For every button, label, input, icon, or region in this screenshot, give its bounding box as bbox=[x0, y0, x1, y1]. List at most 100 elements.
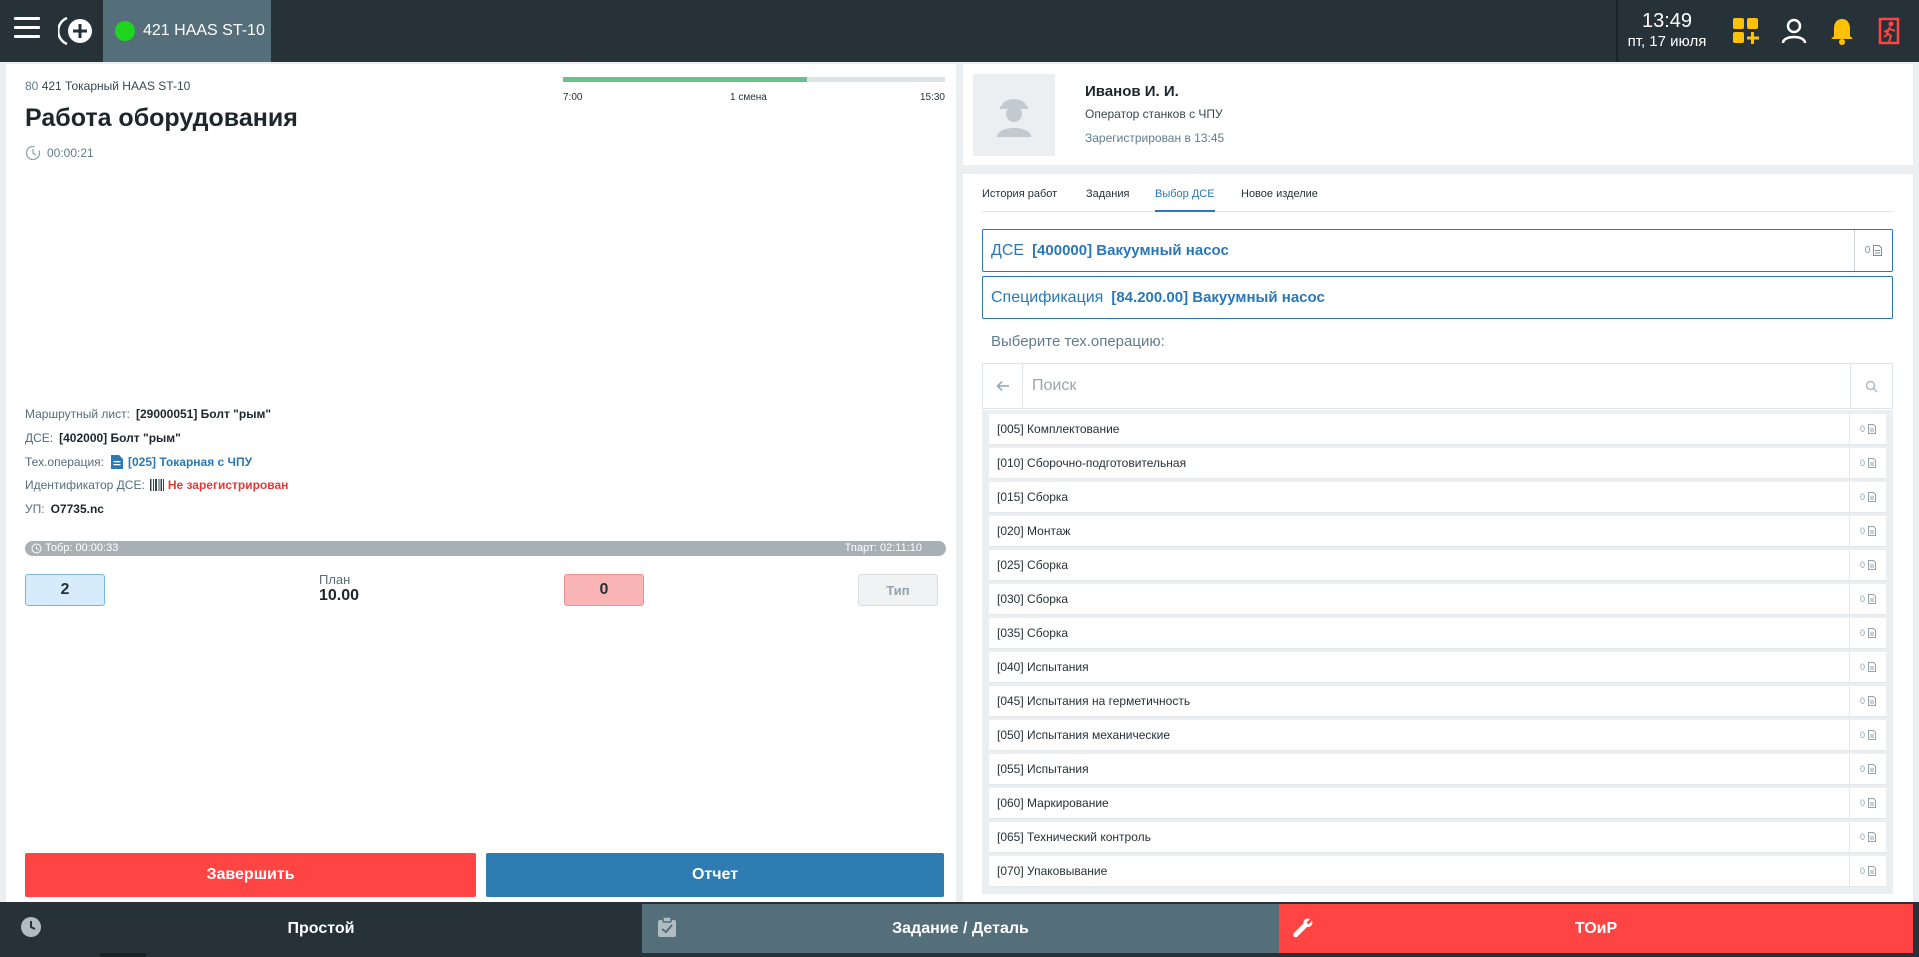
operation-document-count[interactable]: 0 bbox=[1849, 686, 1886, 716]
route-sheet-row: Маршрутный лист: [29000051] Болт "рым" bbox=[25, 407, 271, 421]
operation-document-count-value: 0 bbox=[1859, 526, 1865, 536]
operation-item[interactable]: [045] Испытания на герметичность 0 bbox=[989, 686, 1886, 716]
search-button[interactable] bbox=[1850, 364, 1892, 408]
document-icon bbox=[1873, 245, 1883, 256]
operation-document-count[interactable]: 0 bbox=[1849, 618, 1886, 648]
dse-label: ДСЕ: bbox=[25, 431, 54, 445]
shift-end: 15:30 bbox=[919, 92, 945, 103]
equipment-panel: 80 421 Токарный HAAS ST-10 Работа оборуд… bbox=[6, 64, 956, 902]
task-detail-button[interactable]: Задание / Деталь bbox=[642, 904, 1279, 953]
operation-document-count-value: 0 bbox=[1859, 492, 1865, 502]
document-icon bbox=[1868, 832, 1876, 842]
machine-code: 80 bbox=[25, 79, 39, 93]
good-quantity-box[interactable]: 2 bbox=[25, 574, 105, 606]
maintenance-button[interactable]: ТОиР bbox=[1279, 904, 1913, 953]
bell-icon[interactable] bbox=[1828, 17, 1856, 45]
operation-time-bar: Тобр: 00:00:33 Тпарт: 02:11:10 bbox=[25, 541, 946, 556]
operation-item[interactable]: [040] Испытания 0 bbox=[989, 652, 1886, 682]
operation-item[interactable]: [035] Сборка 0 bbox=[989, 618, 1886, 648]
shift-start: 7:00 bbox=[563, 92, 583, 103]
operation-item[interactable]: [020] Монтаж 0 bbox=[989, 516, 1886, 546]
idle-label: Простой bbox=[287, 919, 355, 937]
operator-card: Иванов И. И. Оператор станков с ЧПУ Заре… bbox=[963, 64, 1913, 165]
specification-selector[interactable]: Спецификация [84.200.00] Вакуумный насос bbox=[982, 276, 1893, 319]
arrow-left-icon bbox=[995, 380, 1009, 392]
operation-search bbox=[982, 363, 1893, 409]
document-icon bbox=[1868, 458, 1876, 468]
defect-quantity-box[interactable]: 0 bbox=[564, 574, 644, 606]
shift-progress-bar bbox=[563, 77, 945, 82]
operation-document-count-value: 0 bbox=[1859, 560, 1865, 570]
operation-document-count[interactable]: 0 bbox=[1849, 720, 1886, 750]
tab-work-history[interactable]: История работ bbox=[982, 186, 1057, 212]
user-icon[interactable] bbox=[1780, 17, 1808, 45]
document-icon bbox=[1868, 866, 1876, 876]
operation-item[interactable]: [055] Испытания 0 bbox=[989, 754, 1886, 784]
techop-link[interactable]: [025] Токарная с ЧПУ bbox=[128, 455, 252, 469]
document-icon bbox=[111, 455, 124, 469]
route-sheet-label: Маршрутный лист: bbox=[25, 407, 130, 421]
choose-operation-label: Выберите тех.операцию: bbox=[991, 333, 1165, 350]
scroll-indicator bbox=[100, 953, 146, 957]
worker-avatar-icon bbox=[997, 99, 1031, 137]
operation-document-count[interactable]: 0 bbox=[1849, 788, 1886, 818]
operation-item[interactable]: [015] Сборка 0 bbox=[989, 482, 1886, 512]
shift-name: 1 смена bbox=[730, 92, 767, 103]
idle-button[interactable]: Простой bbox=[0, 904, 642, 953]
operation-document-count[interactable]: 0 bbox=[1849, 652, 1886, 682]
dse-row: ДСЕ: [402000] Болт "рым" bbox=[25, 431, 181, 445]
operation-document-count[interactable]: 0 bbox=[1849, 584, 1886, 614]
operation-document-count[interactable]: 0 bbox=[1849, 856, 1886, 886]
operation-document-count[interactable]: 0 bbox=[1849, 516, 1886, 546]
tab-dse-selection[interactable]: Выбор ДСЕ bbox=[1155, 186, 1215, 212]
operation-name: [015] Сборка bbox=[997, 490, 1069, 504]
operation-item[interactable]: [060] Маркирование 0 bbox=[989, 788, 1886, 818]
operation-item[interactable]: [065] Технический контроль 0 bbox=[989, 822, 1886, 852]
operator-role: Оператор станков с ЧПУ bbox=[1085, 107, 1223, 121]
add-app-grid-icon[interactable] bbox=[1732, 17, 1760, 45]
tab-new-product[interactable]: Новое изделие bbox=[1241, 186, 1318, 212]
dse-document-count[interactable]: 0 bbox=[1854, 230, 1892, 271]
operation-name: [030] Сборка bbox=[997, 592, 1069, 606]
barcode-icon bbox=[149, 479, 164, 491]
top-bar: 421 HAAS ST-10 13:49 пт, 17 июля bbox=[0, 0, 1919, 62]
operation-item[interactable]: [010] Сборочно-подготовительная 0 bbox=[989, 448, 1886, 478]
operation-document-count[interactable]: 0 bbox=[1849, 754, 1886, 784]
operation-document-count[interactable]: 0 bbox=[1849, 550, 1886, 580]
logout-icon[interactable] bbox=[1876, 17, 1904, 45]
operation-document-count-value: 0 bbox=[1859, 662, 1865, 672]
operation-list: [005] Комплектование 0 [010] Сборочно-подг… bbox=[982, 410, 1893, 894]
type-button[interactable]: Тип bbox=[858, 574, 938, 606]
dse-document-count-value: 0 bbox=[1864, 245, 1871, 256]
shift-progress-fill bbox=[563, 77, 808, 82]
program-label: УП: bbox=[25, 502, 45, 516]
operation-document-count[interactable]: 0 bbox=[1849, 482, 1886, 512]
search-input[interactable] bbox=[1023, 364, 1850, 408]
operation-item[interactable]: [050] Испытания механические 0 bbox=[989, 720, 1886, 750]
operation-document-count-value: 0 bbox=[1859, 832, 1865, 842]
clock: 13:49 пт, 17 июля bbox=[1626, 9, 1708, 51]
dse-selector[interactable]: ДСЕ [400000] Вакуумный насос 0 bbox=[982, 229, 1893, 272]
clock-time: 13:49 bbox=[1641, 10, 1693, 32]
operation-item[interactable]: [030] Сборка 0 bbox=[989, 584, 1886, 614]
add-workstation-icon[interactable] bbox=[58, 14, 96, 48]
report-button[interactable]: Отчет bbox=[486, 853, 944, 897]
operation-item[interactable]: [070] Упаковывание 0 bbox=[989, 856, 1886, 886]
operation-document-count-value: 0 bbox=[1859, 628, 1865, 638]
status-dot bbox=[115, 21, 135, 41]
dse-id-row: Идентификатор ДСЕ: Не зарегистрирован bbox=[25, 478, 288, 492]
techop-row: Тех.операция: [025] Токарная с ЧПУ bbox=[25, 454, 252, 470]
tab-tasks[interactable]: Задания bbox=[1086, 186, 1129, 212]
operation-document-count[interactable]: 0 bbox=[1849, 448, 1886, 478]
processing-time-value: Тобр: 00:00:33 bbox=[45, 542, 119, 554]
menu-icon[interactable] bbox=[14, 17, 40, 41]
operation-item[interactable]: [025] Сборка 0 bbox=[989, 550, 1886, 580]
operation-document-count-value: 0 bbox=[1859, 798, 1865, 808]
operation-item[interactable]: [005] Комплектование 0 bbox=[989, 414, 1886, 444]
operation-document-count[interactable]: 0 bbox=[1849, 414, 1886, 444]
machine-name: 421 Токарный HAAS ST-10 bbox=[41, 79, 191, 93]
operation-document-count[interactable]: 0 bbox=[1849, 822, 1886, 852]
finish-button[interactable]: Завершить bbox=[25, 853, 476, 897]
back-button[interactable] bbox=[983, 364, 1023, 408]
workstation-tab[interactable]: 421 HAAS ST-10 bbox=[103, 0, 271, 62]
